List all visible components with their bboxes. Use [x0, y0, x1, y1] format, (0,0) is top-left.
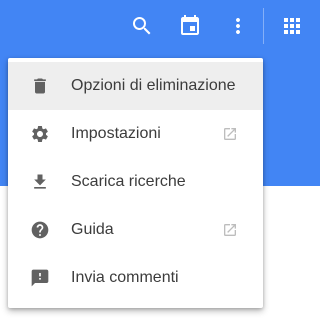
download-icon: [30, 172, 50, 192]
help-icon: [30, 220, 50, 240]
toolbar-divider: [263, 8, 264, 44]
feedback-icon: [30, 268, 50, 288]
open-in-new-icon: [222, 222, 238, 238]
menu-item-send-feedback[interactable]: Invia commenti: [8, 254, 263, 302]
menu-item-label: Guida: [71, 221, 114, 238]
search-icon[interactable]: [130, 14, 154, 38]
menu-item-deletion-options[interactable]: Opzioni di eliminazione: [8, 62, 263, 110]
menu-item-settings[interactable]: Impostazioni: [8, 110, 263, 158]
menu-item-help[interactable]: Guida: [8, 206, 263, 254]
open-in-new-icon: [222, 126, 238, 142]
menu-item-label: Opzioni di eliminazione: [71, 77, 236, 94]
menu-item-label: Impostazioni: [71, 125, 161, 142]
apps-grid-icon[interactable]: [280, 14, 304, 38]
menu-item-label: Scarica ricerche: [71, 173, 186, 190]
menu-item-download-searches[interactable]: Scarica ricerche: [8, 158, 263, 206]
gear-icon: [30, 124, 50, 144]
overflow-menu: Opzioni di eliminazione Impostazioni Sca…: [8, 58, 263, 308]
more-vert-icon[interactable]: [226, 14, 250, 38]
trash-icon: [30, 76, 50, 96]
menu-item-label: Invia commenti: [71, 269, 179, 286]
calendar-icon[interactable]: [178, 14, 202, 38]
